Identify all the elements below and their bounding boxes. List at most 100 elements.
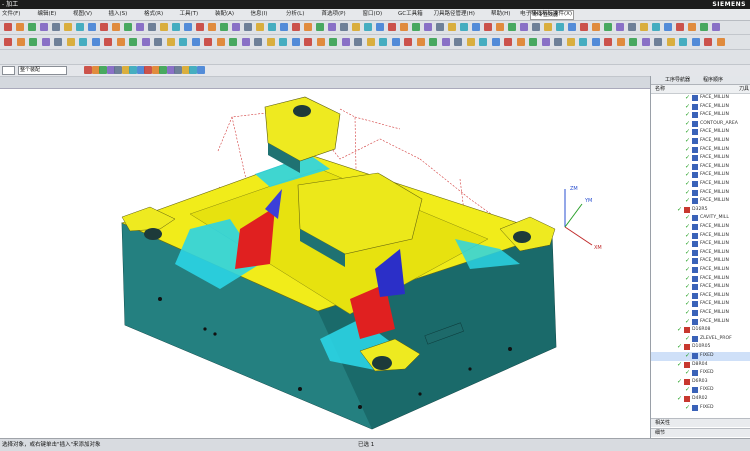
filter-combo[interactable]: 整个装配	[18, 66, 67, 75]
toolbar-button[interactable]	[244, 23, 252, 31]
toolbar-button[interactable]	[436, 23, 444, 31]
toolbar-button[interactable]	[566, 38, 575, 46]
toolbar-button[interactable]	[232, 23, 240, 31]
operation-row[interactable]: ✓ FACE_MILLIN	[651, 240, 750, 249]
toolbar-button[interactable]	[91, 38, 100, 46]
toolbar-button[interactable]	[454, 38, 462, 46]
column-name[interactable]: 名称	[655, 85, 665, 93]
toolbar-button[interactable]	[591, 38, 600, 46]
toolbar-button[interactable]	[629, 38, 637, 46]
toolbar-button[interactable]	[179, 38, 187, 46]
toolbar-button[interactable]	[604, 23, 612, 31]
operation-row[interactable]: ✓ FACE_MILLIN	[651, 163, 750, 172]
dependencies-section[interactable]: 相关性	[651, 418, 750, 427]
toolbar-button[interactable]	[366, 38, 375, 46]
operation-row[interactable]: ✓ FACE_MILLIN	[651, 137, 750, 146]
operation-row[interactable]: ✓ FACE_MILLIN	[651, 292, 750, 301]
mold-model[interactable]: ZM YM XM	[0, 89, 650, 439]
operation-row[interactable]: ✓ FACE_MILLIN	[651, 171, 750, 180]
operation-row[interactable]: ✓ FACE_MILLIN	[651, 94, 750, 103]
toolbar-button[interactable]	[516, 38, 525, 46]
toolbar-button[interactable]	[29, 38, 37, 46]
menu-item[interactable]: 装配(A)	[215, 9, 234, 20]
operation-row[interactable]: ✓ FACE_MILLIN	[651, 275, 750, 284]
toolbar-button[interactable]	[340, 23, 348, 31]
column-tool[interactable]: 刀具	[739, 85, 749, 93]
toolbar-button[interactable]	[532, 23, 540, 31]
toolbar-button[interactable]	[16, 38, 25, 46]
toolbar-button[interactable]	[592, 23, 600, 31]
toolbar-button[interactable]	[184, 23, 192, 31]
toolbar-button[interactable]	[304, 23, 312, 31]
toolbar-button[interactable]	[508, 23, 516, 31]
toolbar-button[interactable]	[196, 23, 204, 31]
toolbar-button[interactable]	[216, 38, 225, 46]
operation-row[interactable]: ✓ FACE_MILLIN	[651, 197, 750, 206]
toolbar-button[interactable]	[556, 23, 564, 31]
menu-item[interactable]: 文件(F)	[2, 9, 20, 20]
operation-row[interactable]: ✓ FACE_MILLIN	[651, 300, 750, 309]
toolbar-button[interactable]	[266, 38, 275, 46]
toolbar-button[interactable]	[329, 38, 337, 46]
toolbar-button[interactable]	[99, 66, 107, 74]
operation-row[interactable]: ✓ FIXED	[651, 352, 750, 361]
operation-row[interactable]: ✓ FACE_MILLIN	[651, 309, 750, 318]
tool-group-row[interactable]: ✓ D6R03	[651, 378, 750, 387]
toolbar-button[interactable]	[424, 23, 432, 31]
toolbar-button[interactable]	[129, 38, 137, 46]
toolbar-button[interactable]	[544, 23, 552, 31]
operation-row[interactable]: ✓ FACE_MILLIN	[651, 266, 750, 275]
toolbar-button[interactable]	[504, 38, 512, 46]
toolbar-button[interactable]	[640, 23, 648, 31]
toolbar-button[interactable]	[466, 38, 475, 46]
toolbar-button[interactable]	[654, 38, 662, 46]
toolbar-button[interactable]	[388, 23, 396, 31]
operation-row[interactable]: ✓ FACE_MILLIN	[651, 180, 750, 189]
toolbar-button[interactable]	[412, 23, 420, 31]
toolbar-button[interactable]	[484, 23, 492, 31]
toolbar-button[interactable]	[472, 23, 480, 31]
operation-row[interactable]: ✓ FACE_MILLIN	[651, 283, 750, 292]
toolbar-button[interactable]	[196, 66, 205, 74]
toolbar-button[interactable]	[664, 23, 672, 31]
operation-row[interactable]: ✓ FIXED	[651, 404, 750, 413]
toolbar-button[interactable]	[328, 23, 336, 31]
menu-item[interactable]: 帮助(H)	[491, 9, 510, 20]
toolbar-button[interactable]	[104, 38, 112, 46]
toolbar-button[interactable]	[616, 23, 624, 31]
toolbar-button[interactable]	[304, 38, 312, 46]
toolbar-button[interactable]	[166, 38, 175, 46]
operation-row[interactable]: ✓ FIXED	[651, 369, 750, 378]
toolbar-button[interactable]	[174, 66, 182, 74]
toolbar-button[interactable]	[28, 23, 36, 31]
tab-program-order[interactable]: 程序顺序	[703, 76, 723, 84]
toolbar-button[interactable]	[4, 38, 12, 46]
toolbar-button[interactable]	[64, 23, 72, 31]
menu-item[interactable]: 视图(V)	[73, 9, 92, 20]
operation-row[interactable]: ✓ ZLEVEL_PROF	[651, 335, 750, 344]
toolbar-button[interactable]	[241, 38, 250, 46]
operation-row[interactable]: ✓ FACE_MILLIN	[651, 318, 750, 327]
toolbar-button[interactable]	[279, 38, 287, 46]
menu-item[interactable]: 分析(L)	[286, 9, 304, 20]
toolbar-button[interactable]	[448, 23, 456, 31]
toolbar-button[interactable]	[154, 38, 162, 46]
details-section[interactable]: 细节	[651, 428, 750, 437]
toolbar-button[interactable]	[379, 38, 387, 46]
toolbar-button[interactable]	[341, 38, 350, 46]
toolbar-button[interactable]	[496, 23, 504, 31]
menu-item[interactable]: 电子棒线机标准件(X)	[520, 9, 572, 20]
toolbar-button[interactable]	[191, 38, 200, 46]
operation-row[interactable]: ✓ FACE_MILLIN	[651, 232, 750, 241]
toolbar-button[interactable]	[352, 23, 360, 31]
menu-item[interactable]: 编辑(E)	[38, 9, 57, 20]
menu-item[interactable]: 窗口(O)	[363, 9, 383, 20]
toolbar-button[interactable]	[52, 23, 60, 31]
toolbar-button[interactable]	[172, 23, 180, 31]
operation-row[interactable]: ✓ FACE_MILLIN	[651, 189, 750, 198]
toolbar-button[interactable]	[148, 23, 156, 31]
menu-item[interactable]: 信息(I)	[251, 9, 268, 20]
graphics-window[interactable]: ZM YM XM	[0, 88, 650, 439]
toolbar-button[interactable]	[520, 23, 528, 31]
tool-group-row[interactable]: ✓ D16R08	[651, 326, 750, 335]
